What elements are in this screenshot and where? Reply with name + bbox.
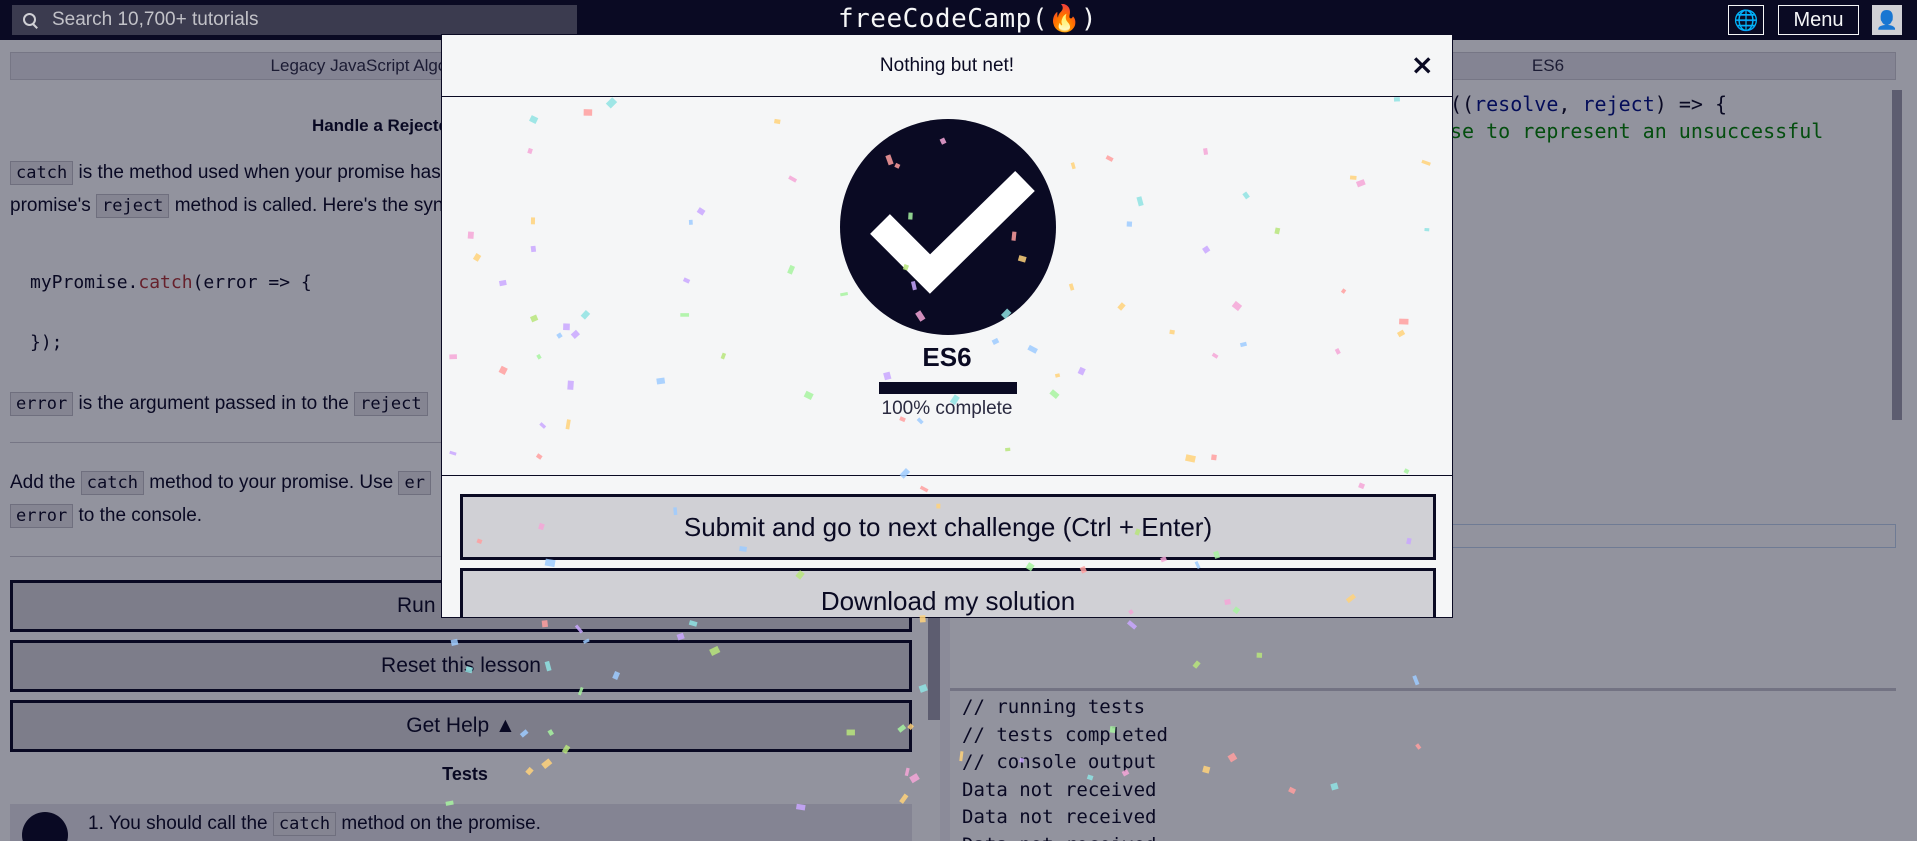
search-input[interactable] [52,9,552,31]
modal-title: Nothing but net! [879,54,1015,76]
progress-fill [881,384,1015,392]
completion-progress-bar [879,382,1017,394]
modal-body: ES6 100% complete [442,98,1452,476]
globe-icon: 🌐 [1733,9,1759,32]
success-check-icon [840,119,1056,335]
avatar[interactable]: 👤 [1872,5,1902,35]
freecodecamp-logo[interactable]: freeCodeCamp(🔥) [838,4,1097,34]
user-icon: 👤 [1875,9,1899,30]
close-icon[interactable]: × [1411,50,1434,80]
search-icon [22,12,38,28]
language-button[interactable]: 🌐 [1728,5,1764,35]
completion-modal: Nothing but net! × ES6 100% complete Sub… [441,34,1453,618]
menu-button[interactable]: Menu [1778,5,1859,35]
certification-title: ES6 [922,342,972,372]
logo-text: freeCodeCamp(🔥) [838,4,1098,34]
search-bar[interactable] [12,5,577,35]
modal-header: Nothing but net! × [442,35,1452,97]
progress-label: 100% complete [881,398,1013,419]
submit-next-challenge-button[interactable]: Submit and go to next challenge (Ctrl + … [460,494,1436,560]
download-solution-button[interactable]: Download my solution [460,568,1436,617]
